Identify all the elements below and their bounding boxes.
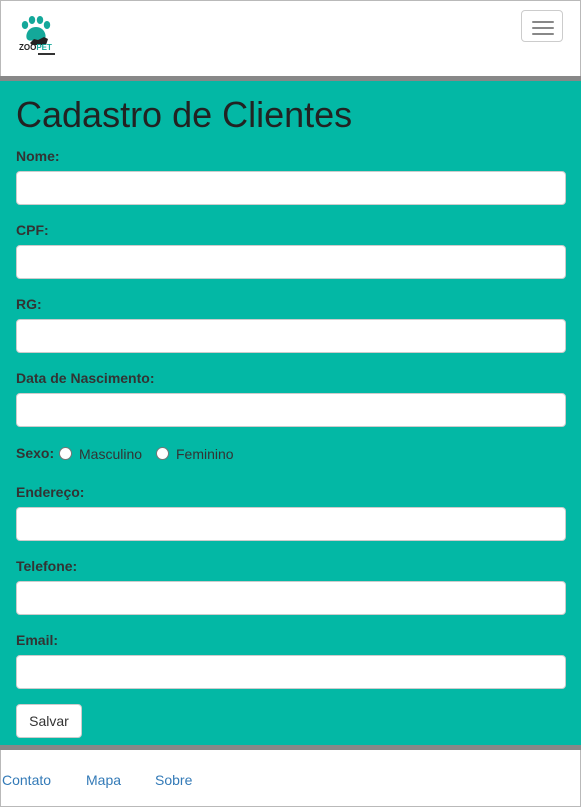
nascimento-label: Data de Nascimento: [16,370,155,386]
navbar-toggle-button[interactable] [521,10,563,42]
nome-label: Nome: [16,148,60,164]
footer: Contato Mapa Sobre [0,750,581,807]
nome-input[interactable] [16,171,566,205]
footer-link-mapa[interactable]: Mapa [86,772,121,788]
telefone-input[interactable] [16,581,566,615]
sexo-label: Sexo: [16,445,55,461]
feminino-label[interactable]: Feminino [176,446,234,462]
endereco-label: Endereço: [16,484,85,500]
telefone-label: Telefone: [16,558,78,574]
logo-underline [38,53,55,55]
footer-link-contato[interactable]: Contato [2,772,51,788]
email-input[interactable] [16,655,566,689]
endereco-input[interactable] [16,507,566,541]
footer-link-sobre[interactable]: Sobre [155,772,192,788]
page-title: Cadastro de Clientes [16,94,353,135]
masculino-label[interactable]: Masculino [79,446,142,462]
cpf-label: CPF: [16,222,49,238]
navbar: ZOOPET [0,0,581,77]
save-button[interactable]: Salvar [16,704,82,738]
rg-label: RG: [16,296,42,312]
cpf-input[interactable] [16,245,566,279]
rg-input[interactable] [16,319,566,353]
email-label: Email: [16,632,59,648]
masculino-radio[interactable] [59,447,72,460]
nascimento-input[interactable] [16,393,566,427]
feminino-radio[interactable] [156,447,169,460]
logo-text: ZOOPET [19,43,52,52]
